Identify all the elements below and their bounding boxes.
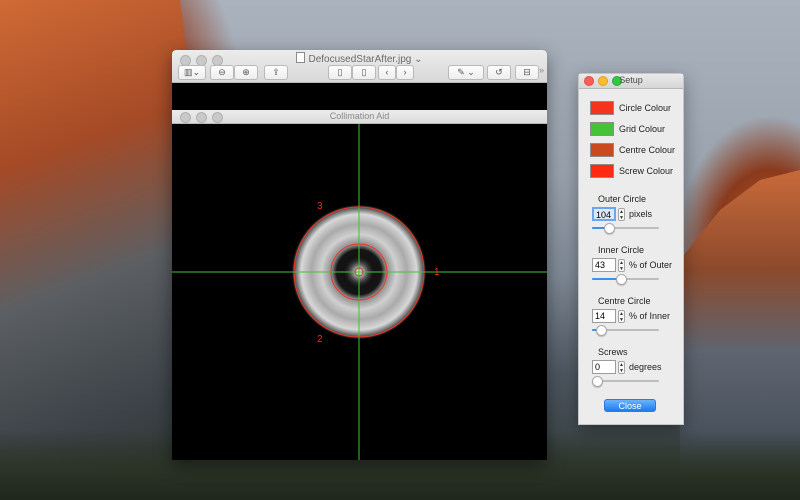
collimation-titlebar: Collimation Aid [172, 110, 547, 124]
window-title-text: DefocusedStarAfter.jpg [308, 54, 412, 65]
centre-colour-well[interactable] [590, 143, 614, 157]
circle-colour-well[interactable] [590, 101, 614, 115]
outer-circle-slider[interactable] [592, 223, 659, 234]
page-icon: ▯ [337, 67, 343, 77]
zoom-in-button[interactable]: ⊕ [234, 65, 258, 80]
inner-circle-label: Inner Circle [598, 245, 645, 255]
centre-colour-row: Centre Colour [590, 143, 675, 157]
markup-icon: ✎ ⌄ [457, 67, 475, 77]
preview-toolbar: ▥⌄ ⊖ ⊕ ⇪ ▯ ▯ ‹ › ✎ ⌄ ↺ ⊟ » [178, 65, 544, 80]
inner-circle-field[interactable]: 43 [592, 258, 616, 272]
screw-colour-well[interactable] [590, 164, 614, 178]
collimation-title: Collimation Aid [329, 111, 390, 121]
page-button-1[interactable]: ▯ [328, 65, 352, 80]
rotate-button[interactable]: ↺ [487, 65, 511, 80]
inner-circle-unit: % of Outer [629, 260, 673, 270]
circle-colour-label: Circle Colour [619, 103, 672, 113]
document-icon [296, 52, 306, 63]
slider-thumb[interactable] [592, 376, 603, 387]
preview-window: DefocusedStarAfter.jpg ⌄ ▥⌄ ⊖ ⊕ ⇪ ▯ ▯ ‹ … [172, 50, 547, 460]
slider-thumb[interactable] [603, 223, 615, 234]
overflow-chevron-icon[interactable]: » [539, 65, 544, 75]
toolbox-icon: ⊟ [523, 67, 531, 77]
inner-circle-row: 43 ▲ ▼ % of Outer [592, 258, 672, 272]
screw-colour-label: Screw Colour [619, 166, 674, 176]
collimation-overlay: 3 1 2 [172, 124, 547, 460]
rotate-icon: ↺ [495, 67, 503, 77]
centre-circle-row: 14 ▲ ▼ % of Inner [592, 309, 670, 323]
screw-colour-row: Screw Colour [590, 164, 673, 178]
window-title[interactable]: DefocusedStarAfter.jpg ⌄ [172, 52, 547, 65]
preview-titlebar: DefocusedStarAfter.jpg ⌄ ▥⌄ ⊖ ⊕ ⇪ ▯ ▯ ‹ … [172, 50, 547, 83]
zoom-out-button[interactable]: ⊖ [210, 65, 234, 80]
setup-title: Setup [619, 75, 643, 85]
page-button-2[interactable]: ▯ [352, 65, 376, 80]
centre-circle-slider[interactable] [592, 325, 659, 336]
close-button[interactable]: Close [604, 399, 656, 412]
zoom-in-icon: ⊕ [242, 67, 250, 77]
circle-colour-row: Circle Colour [590, 101, 671, 115]
screws-row: 0 ▲ ▼ degrees [592, 360, 662, 374]
setup-panel: Setup Circle Colour Grid Colour Centre C… [578, 73, 684, 425]
back-icon: ‹ [385, 67, 389, 77]
zoom-out-icon: ⊖ [218, 67, 226, 77]
slider-thumb[interactable] [615, 274, 627, 285]
outer-circle-unit: pixels [629, 209, 653, 219]
wallpaper-cliff [0, 0, 200, 500]
screw-label-2: 2 [317, 334, 323, 345]
collimation-image[interactable]: 3 1 2 [172, 124, 547, 460]
outer-circle-stepper[interactable]: ▲ ▼ [618, 207, 625, 221]
toolbox-button[interactable]: ⊟ [515, 65, 539, 80]
screws-label: Screws [598, 347, 628, 357]
grid-colour-row: Grid Colour [590, 122, 665, 136]
forward-icon: › [403, 67, 407, 77]
centre-circle-stepper[interactable]: ▲ ▼ [618, 309, 625, 323]
screws-stepper[interactable]: ▲ ▼ [618, 360, 625, 374]
inner-circle-stepper[interactable]: ▲ ▼ [618, 258, 625, 272]
sidebar-button[interactable]: ▥⌄ [178, 65, 206, 80]
chevron-down-icon: ⌄ [414, 54, 423, 65]
screws-field[interactable]: 0 [592, 360, 616, 374]
centre-colour-label: Centre Colour [619, 145, 676, 155]
screws-unit: degrees [629, 362, 662, 372]
screw-label-1: 1 [434, 267, 440, 278]
outer-circle-label: Outer Circle [598, 194, 647, 204]
markup-button[interactable]: ✎ ⌄ [448, 65, 484, 80]
screws-slider[interactable] [592, 376, 659, 387]
page-icon: ▯ [361, 67, 367, 77]
sidebar-icon: ▥⌄ [183, 67, 201, 77]
screw-label-3: 3 [317, 201, 323, 212]
centre-circle-field[interactable]: 14 [592, 309, 616, 323]
share-icon: ⇪ [272, 67, 280, 77]
centre-circle-label: Centre Circle [598, 296, 651, 306]
forward-button[interactable]: › [396, 65, 414, 80]
centre-circle-unit: % of Inner [629, 311, 671, 321]
share-button[interactable]: ⇪ [264, 65, 288, 80]
grid-colour-well[interactable] [590, 122, 614, 136]
grid-colour-label: Grid Colour [619, 124, 666, 134]
setup-titlebar: Setup [579, 74, 683, 89]
slider-thumb[interactable] [596, 325, 608, 336]
outer-circle-field[interactable]: 104 [592, 207, 616, 221]
inner-circle-slider[interactable] [592, 274, 659, 285]
outer-circle-row: 104 ▲ ▼ pixels [592, 207, 652, 221]
back-button[interactable]: ‹ [378, 65, 396, 80]
